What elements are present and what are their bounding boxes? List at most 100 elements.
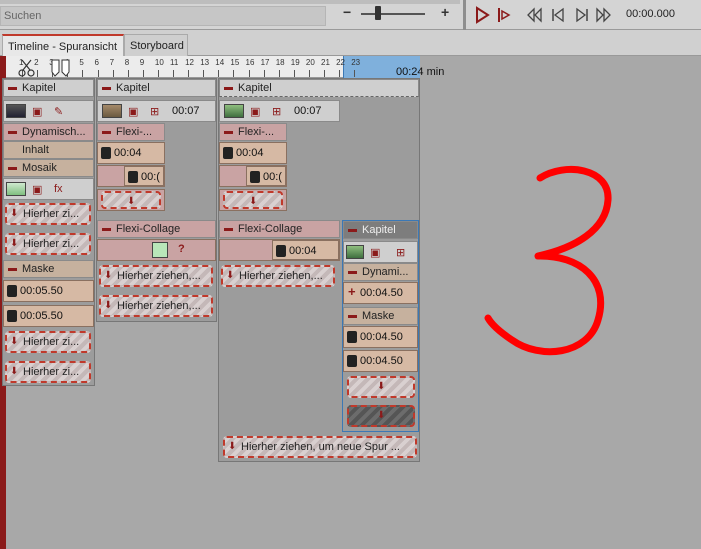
mosaik-tools: ▣ fx	[3, 178, 94, 200]
chapter-header[interactable]: Kapitel	[219, 79, 419, 97]
ruler-tick-mark	[308, 70, 310, 77]
drop-zone[interactable]: Hierher zi...	[5, 233, 91, 255]
flexi-collage-header[interactable]: Flexi-Collage	[219, 220, 340, 238]
ruler-tick-mark	[112, 70, 114, 77]
collage-placeholder-icon[interactable]	[152, 242, 168, 258]
chapter-label: Kapitel	[238, 82, 272, 94]
zoom-slider-track[interactable]	[361, 13, 425, 15]
film-icon[interactable]: ⊞	[396, 246, 405, 259]
fx-icon[interactable]: fx	[54, 183, 63, 195]
thumbnail-image[interactable]	[6, 104, 26, 118]
rewind-icon[interactable]	[526, 6, 542, 24]
flexi-slot: 00:(	[97, 165, 165, 187]
maske-header[interactable]: Maske	[3, 260, 94, 278]
drop-zone[interactable]	[347, 405, 415, 427]
thumbnail-image[interactable]	[224, 104, 244, 118]
transport-controls	[466, 0, 616, 30]
ruler-tick-label: 18	[275, 58, 285, 67]
video-clip[interactable]: 00:(	[124, 166, 164, 186]
zoom-in-button[interactable]: +	[441, 4, 449, 20]
collapse-icon[interactable]	[224, 131, 233, 134]
range-marker-icon[interactable]	[50, 58, 72, 78]
chapter-header[interactable]: Kapitel	[3, 79, 94, 97]
collapse-icon[interactable]	[224, 87, 233, 90]
video-clip[interactable]: +00:04.50	[343, 282, 418, 304]
video-clip[interactable]: 00:04	[272, 240, 339, 260]
play-from-start-icon[interactable]	[496, 6, 512, 24]
ruler-tick-mark	[173, 70, 174, 77]
collapse-icon[interactable]	[8, 131, 17, 134]
video-clip[interactable]: 00:04.50	[343, 350, 418, 372]
collapse-icon[interactable]	[224, 228, 233, 231]
drop-zone[interactable]: Hierher zi...	[5, 361, 91, 383]
image-edit-icon[interactable]: ▣	[32, 105, 42, 118]
step-back-icon[interactable]	[550, 6, 566, 24]
thumbnail-image[interactable]	[102, 104, 122, 118]
flexi-header[interactable]: Flexi-...	[97, 123, 165, 141]
ruler-duration-label: 00:24 min	[396, 66, 445, 78]
expand-icon[interactable]: +	[348, 285, 356, 298]
chapter-header[interactable]: Kapitel	[97, 79, 216, 97]
effect-dynamisch-header[interactable]: Dynamisch...	[3, 123, 94, 141]
image-edit-icon[interactable]: ▣	[128, 105, 138, 118]
drop-zone[interactable]: Hierher zi...	[5, 203, 91, 225]
effect-inhalt-header[interactable]: Inhalt	[3, 141, 94, 159]
drop-zone[interactable]	[347, 376, 415, 398]
video-clip[interactable]: 00:04	[219, 142, 287, 164]
thumbnail-image[interactable]	[346, 245, 364, 259]
effect-mosaik-header[interactable]: Mosaik	[3, 159, 94, 177]
video-clip[interactable]: 00:04.50	[343, 326, 418, 348]
video-clip[interactable]: 00:05.50	[3, 305, 94, 327]
image-edit-icon[interactable]: ▣	[370, 246, 380, 259]
flexi-slot	[219, 189, 287, 211]
ruler-tick-mark	[188, 70, 190, 77]
drop-zone-new-track[interactable]: Hierher ziehen, um neue Spur ...	[223, 436, 417, 458]
fast-forward-icon[interactable]	[596, 6, 612, 24]
collapse-icon[interactable]	[8, 167, 17, 170]
ruler-tick-label: 15	[230, 58, 240, 67]
collapse-icon[interactable]	[348, 229, 357, 232]
video-clip[interactable]: 00:05.50	[3, 280, 94, 302]
effect-dynami-header[interactable]: Dynami...	[343, 263, 418, 281]
image-edit-icon[interactable]: ▣	[250, 105, 260, 118]
search-input[interactable]: Suchen	[0, 6, 326, 26]
tab-timeline[interactable]: Timeline - Spuransicht	[2, 34, 124, 56]
video-clip[interactable]: 00:(	[246, 166, 286, 186]
drop-zone[interactable]: Hierher ziehen,...	[221, 265, 335, 287]
ruler-tick-mark	[233, 70, 235, 77]
collapse-icon[interactable]	[102, 228, 111, 231]
thumbnail-image[interactable]	[6, 182, 26, 196]
ruler-tick-label: 23	[351, 58, 361, 67]
zoom-out-button[interactable]: −	[343, 4, 351, 20]
flexi-collage-header[interactable]: Flexi-Collage	[97, 220, 216, 238]
flexi-header[interactable]: Flexi-...	[219, 123, 287, 141]
image-edit-icon[interactable]: ▣	[32, 183, 42, 196]
flexi-slot: 00:(	[219, 165, 287, 187]
zoom-slider-thumb[interactable]	[375, 6, 381, 20]
drop-zone[interactable]	[101, 191, 161, 209]
collage-slot: ?	[97, 239, 216, 261]
collapse-icon[interactable]	[8, 268, 17, 271]
film-icon[interactable]: ⊞	[150, 105, 159, 118]
scissors-icon[interactable]	[16, 58, 38, 78]
step-forward-icon[interactable]	[574, 6, 590, 24]
drop-zone[interactable]: Hierher ziehen,...	[99, 265, 213, 287]
drop-zone[interactable]: Hierher ziehen,...	[99, 295, 213, 317]
ruler-tick-label: 8	[124, 58, 130, 67]
tab-storyboard[interactable]: Storyboard	[124, 34, 188, 56]
play-icon[interactable]	[474, 6, 490, 24]
video-clip[interactable]: 00:04	[97, 142, 165, 164]
pen-icon[interactable]: ✎	[54, 105, 63, 118]
film-icon[interactable]: ⊞	[272, 105, 281, 118]
maske-header[interactable]: Maske	[343, 307, 418, 325]
chapter-header[interactable]: Kapitel	[343, 221, 418, 239]
drop-zone[interactable]: Hierher zi...	[5, 331, 91, 353]
collapse-icon[interactable]	[102, 87, 111, 90]
collapse-icon[interactable]	[348, 271, 357, 274]
drop-zone[interactable]	[223, 191, 283, 209]
track-column-4: Kapitel ▣ ⊞ Dynami... +00:04.50 Maske 00…	[342, 220, 419, 432]
effect-label: Flexi-...	[238, 126, 275, 138]
collapse-icon[interactable]	[102, 131, 111, 134]
collapse-icon[interactable]	[348, 315, 357, 318]
collapse-icon[interactable]	[8, 87, 17, 90]
